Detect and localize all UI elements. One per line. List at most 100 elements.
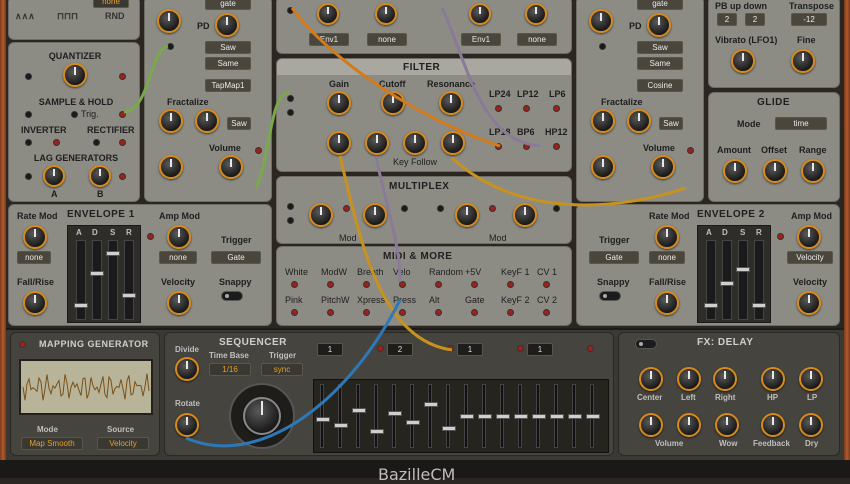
midi-source-jack[interactable]	[471, 309, 478, 316]
mapping-mode-display[interactable]: Map Smooth	[21, 437, 83, 450]
seq-lane-display[interactable]: 1	[317, 343, 343, 356]
osc2-out-jack[interactable]	[687, 147, 694, 154]
midi-source-jack[interactable]	[363, 281, 370, 288]
quantizer-out-jack[interactable]	[119, 73, 126, 80]
env1-attack-fader[interactable]	[74, 240, 88, 320]
top-knob-4[interactable]	[525, 3, 547, 25]
mux-knob-2[interactable]	[363, 203, 387, 227]
midi-source-jack[interactable]	[327, 309, 334, 316]
delay-left-knob[interactable]	[677, 367, 701, 391]
env2-fall-rise-knob[interactable]	[655, 291, 679, 315]
sh-trig-jack[interactable]	[71, 111, 78, 118]
env1-trigger-display[interactable]: Gate	[211, 251, 261, 264]
hp12-jack[interactable]	[553, 143, 560, 150]
env2-out-jack[interactable]	[777, 233, 784, 240]
seq-step-fader[interactable]	[442, 384, 456, 448]
mux-knob-1[interactable]	[309, 203, 333, 227]
osc2-level-knob[interactable]	[591, 155, 615, 179]
delay-right-knob[interactable]	[713, 367, 737, 391]
env1-velocity-knob[interactable]	[167, 291, 191, 315]
seq-trigger-display[interactable]: sync	[261, 363, 303, 376]
env1-snappy-toggle[interactable]	[221, 291, 243, 301]
osc2-cosine-display[interactable]: Cosine	[637, 79, 683, 92]
env1-decay-fader[interactable]	[90, 240, 104, 320]
mux-jack-4[interactable]	[401, 205, 408, 212]
vibrato-knob[interactable]	[731, 49, 755, 73]
osc1-fractalize-knob[interactable]	[159, 109, 183, 133]
sh-out-jack[interactable]	[119, 111, 126, 118]
midi-source-jack[interactable]	[291, 281, 298, 288]
delay-wow-knob[interactable]	[715, 413, 739, 437]
seq-step-fader[interactable]	[424, 384, 438, 448]
midi-source-jack[interactable]	[543, 281, 550, 288]
quantizer-in-jack[interactable]	[25, 73, 32, 80]
osc2-wave-display[interactable]: Saw	[637, 41, 683, 54]
seq-step-fader[interactable]	[316, 384, 330, 448]
seq-step-fader[interactable]	[334, 384, 348, 448]
top-knob-1[interactable]	[317, 3, 339, 25]
inverter-out-jack[interactable]	[53, 139, 60, 146]
pb-up-display[interactable]: 2	[717, 13, 737, 26]
osc2-volume-knob[interactable]	[651, 155, 675, 179]
rectifier-in-jack[interactable]	[93, 139, 100, 146]
env2-decay-fader[interactable]	[720, 240, 734, 320]
lag-a-knob[interactable]	[43, 165, 65, 187]
delay-center-knob[interactable]	[639, 367, 663, 391]
mux-jack-6[interactable]	[489, 205, 496, 212]
lag-b-knob[interactable]	[89, 165, 111, 187]
seq-step-fader[interactable]	[352, 384, 366, 448]
osc1-frac-wave-display[interactable]: Saw	[227, 117, 251, 130]
midi-source-jack[interactable]	[507, 309, 514, 316]
seq-step-fader[interactable]	[532, 384, 546, 448]
seq-step-fader[interactable]	[460, 384, 474, 448]
filter-gain-mod-knob[interactable]	[327, 131, 351, 155]
top-display-3[interactable]: Env1	[461, 33, 501, 46]
top-jack-1[interactable]	[287, 7, 294, 14]
rectifier-out-jack[interactable]	[119, 139, 126, 146]
lp18-jack[interactable]	[495, 143, 502, 150]
mux-jack-2[interactable]	[287, 217, 294, 224]
delay-feedback-knob[interactable]	[761, 413, 785, 437]
env1-rate-mod-knob[interactable]	[23, 225, 47, 249]
env2-attack-fader[interactable]	[704, 240, 718, 320]
env1-rate-display[interactable]: none	[17, 251, 51, 264]
inverter-in-jack[interactable]	[25, 139, 32, 146]
seq-step-fader[interactable]	[388, 384, 402, 448]
lp6-jack[interactable]	[553, 105, 560, 112]
seq-step-fader[interactable]	[406, 384, 420, 448]
top-display-4[interactable]: none	[517, 33, 557, 46]
midi-source-jack[interactable]	[399, 281, 406, 288]
filter-gain-knob[interactable]	[327, 91, 351, 115]
transpose-display[interactable]: -12	[791, 13, 827, 26]
top-knob-3[interactable]	[469, 3, 491, 25]
filter-keyfollow-knob[interactable]	[403, 131, 427, 155]
glide-offset-knob[interactable]	[763, 159, 787, 183]
osc2-mod-jack[interactable]	[599, 43, 606, 50]
seq-step-fader[interactable]	[370, 384, 384, 448]
pb-down-display[interactable]: 2	[745, 13, 765, 26]
quantizer-knob[interactable]	[63, 63, 87, 87]
env1-out-jack[interactable]	[147, 233, 154, 240]
osc1-volume-knob[interactable]	[219, 155, 243, 179]
midi-source-jack[interactable]	[471, 281, 478, 288]
seq-step-dial[interactable]	[243, 397, 281, 435]
midi-source-jack[interactable]	[399, 309, 406, 316]
seq-step-fader[interactable]	[478, 384, 492, 448]
midi-source-jack[interactable]	[507, 281, 514, 288]
seq-lane-jack[interactable]	[587, 345, 594, 352]
osc1-mod-jack[interactable]	[167, 43, 174, 50]
filter-res-mod-knob[interactable]	[441, 131, 465, 155]
mux-jack-3[interactable]	[343, 205, 350, 212]
filter-in-jack-2[interactable]	[287, 109, 294, 116]
osc1-pd-knob[interactable]	[215, 13, 239, 37]
delay-lp-knob[interactable]	[799, 367, 823, 391]
bp6-jack[interactable]	[523, 143, 530, 150]
glide-amount-knob[interactable]	[723, 159, 747, 183]
mux-knob-4[interactable]	[513, 203, 537, 227]
seq-divide-knob[interactable]	[175, 357, 199, 381]
delay-dry-knob[interactable]	[799, 413, 823, 437]
lp24-jack[interactable]	[495, 105, 502, 112]
sh-in-jack[interactable]	[25, 111, 32, 118]
seq-lane-jack[interactable]	[447, 345, 454, 352]
env2-snappy-toggle[interactable]	[599, 291, 621, 301]
